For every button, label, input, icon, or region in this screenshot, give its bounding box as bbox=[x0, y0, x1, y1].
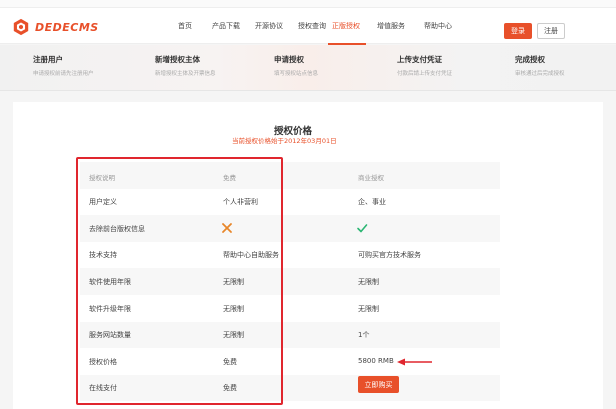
step-add-entity: 新增授权主体 新增授权主体及开票信息 bbox=[155, 54, 216, 77]
highlight-box bbox=[76, 157, 283, 405]
auth-steps: 注册用户 申请授权前请先注册用户 新增授权主体 新增授权主体及开票信息 申请授权… bbox=[0, 45, 616, 91]
commercial-value: 可购买官方技术服务 bbox=[358, 251, 421, 259]
nav-official-auth[interactable]: 正版授权 bbox=[332, 21, 360, 31]
arrow-left-icon bbox=[397, 358, 432, 366]
site-logo[interactable]: DEDECMS bbox=[12, 18, 99, 36]
step-desc: 填写授权站点信息 bbox=[274, 71, 319, 77]
nav-home[interactable]: 首页 bbox=[178, 21, 192, 31]
step-desc: 审核通过后完成授权 bbox=[515, 71, 565, 77]
commercial-value: 无限制 bbox=[358, 305, 379, 313]
step-title: 申请授权 bbox=[274, 55, 304, 64]
logo-text: DEDECMS bbox=[35, 20, 99, 34]
step-complete: 完成授权 审核通过后完成授权 bbox=[515, 54, 565, 77]
step-title: 注册用户 bbox=[33, 55, 63, 64]
commercial-value: 企、事业 bbox=[358, 198, 386, 206]
commercial-value: 无限制 bbox=[358, 278, 379, 286]
login-button[interactable]: 登录 bbox=[504, 23, 532, 39]
step-title: 新增授权主体 bbox=[155, 55, 200, 64]
step-title: 上传支付凭证 bbox=[397, 55, 442, 64]
step-register: 注册用户 申请授权前请先注册用户 bbox=[33, 54, 94, 77]
step-upload-proof: 上传支付凭证 付款后請上传支付凭证 bbox=[397, 54, 452, 77]
step-apply: 申请授权 填写授权站点信息 bbox=[274, 54, 318, 77]
check-icon bbox=[357, 224, 368, 233]
pricing-date-note: 当前授权价格始于2012年03月01日 bbox=[232, 137, 337, 145]
commercial-price: 5800 RMB bbox=[358, 357, 394, 365]
top-strip bbox=[0, 0, 616, 8]
step-title: 完成授权 bbox=[515, 55, 545, 64]
nav-value-added[interactable]: 增值服务 bbox=[377, 21, 405, 31]
buy-now-button[interactable]: 立即购买 bbox=[358, 376, 399, 393]
register-button[interactable]: 注册 bbox=[537, 23, 565, 39]
nav-download[interactable]: 产品下载 bbox=[212, 21, 240, 31]
site-header: DEDECMS 首页 产品下载 开源协议 授权查询 正版授权 增值服务 帮助中心… bbox=[0, 8, 616, 44]
step-desc: 申请授权前请先注册用户 bbox=[33, 71, 94, 77]
step-desc: 付款后請上传支付凭证 bbox=[397, 71, 453, 77]
step-desc: 新增授权主体及开票信息 bbox=[155, 71, 216, 77]
nav-license[interactable]: 开源协议 bbox=[255, 21, 283, 31]
col-header-commercial: 商业授权 bbox=[358, 174, 384, 182]
nav-help[interactable]: 帮助中心 bbox=[424, 21, 452, 31]
commercial-value: 1个 bbox=[358, 331, 370, 339]
dedecms-logo-icon bbox=[13, 18, 29, 36]
nav-auth-query[interactable]: 授权查询 bbox=[298, 21, 326, 31]
